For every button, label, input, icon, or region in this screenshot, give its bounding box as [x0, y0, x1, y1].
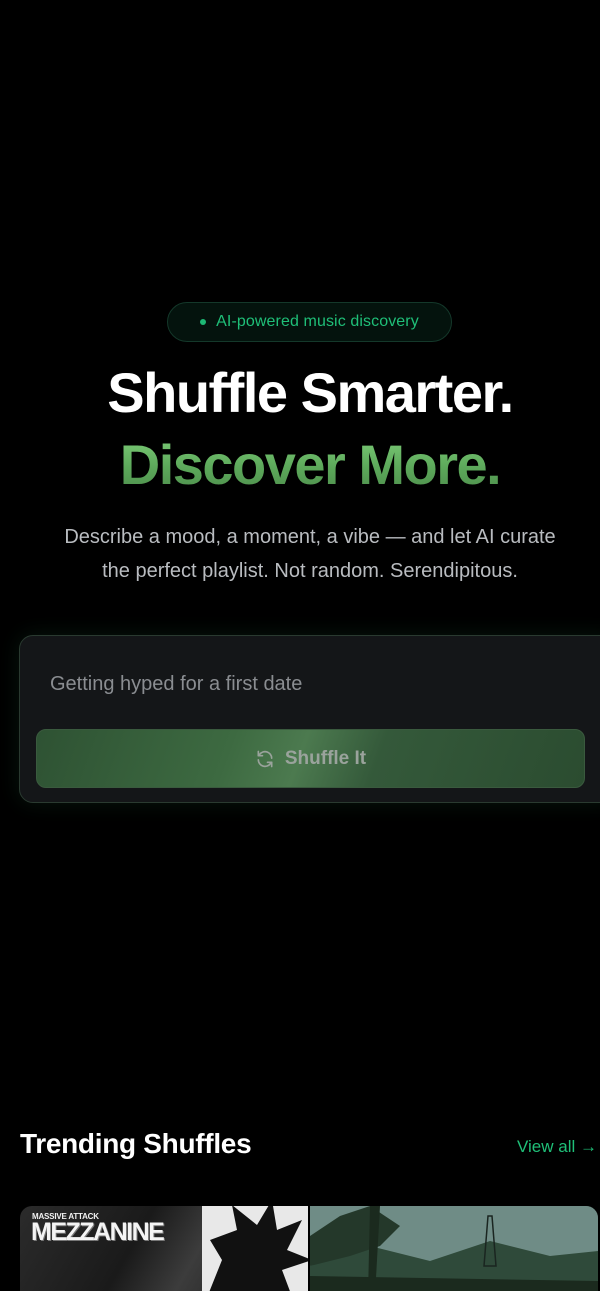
trending-card-album[interactable]: MASSIVE ATTACK MEZZANINE — [20, 1206, 308, 1291]
hero-subtitle-line2: the perfect playlist. Not random. Serend… — [102, 560, 518, 582]
badge-label: AI-powered music discovery — [216, 313, 419, 330]
shuffle-it-button[interactable]: Shuffle It — [36, 729, 585, 788]
refresh-icon — [255, 749, 275, 769]
shuffle-it-label: Shuffle It — [284, 747, 367, 769]
status-dot-icon — [200, 319, 207, 325]
hero-subtitle: Describe a mood, a moment, a vibe — and … — [10, 520, 600, 588]
view-all-link[interactable]: View all → — [517, 1137, 597, 1157]
landscape-art-icon — [310, 1206, 598, 1291]
hero-title-line2: Discover More. — [0, 432, 600, 497]
trending-section-title: Trending Shuffles — [20, 1128, 252, 1159]
album-title-text: MEZZANINE — [31, 1218, 165, 1246]
trending-cards-row: MASSIVE ATTACK MEZZANINE — [20, 1206, 598, 1291]
prompt-card: Shuffle It — [19, 635, 600, 803]
mood-prompt-input[interactable] — [50, 664, 570, 704]
ai-badge: AI-powered music discovery — [167, 302, 452, 342]
hero-subtitle-line1: Describe a mood, a moment, a vibe — and … — [64, 526, 556, 548]
landing-page: AI-powered music discovery Shuffle Smart… — [0, 0, 600, 1291]
trending-card-landscape[interactable] — [310, 1206, 598, 1291]
album-art-splash-icon — [202, 1206, 308, 1291]
hero-title-line1: Shuffle Smarter. — [107, 361, 514, 424]
